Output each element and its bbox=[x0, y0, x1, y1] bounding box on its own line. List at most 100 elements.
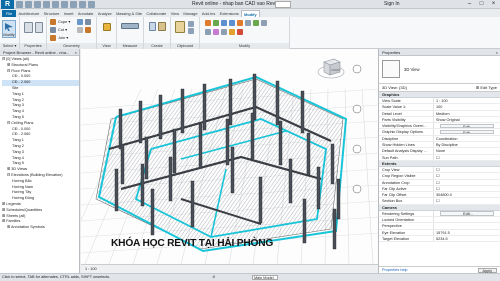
property-edit-button[interactable]: Edit... bbox=[440, 123, 494, 128]
text-icon[interactable] bbox=[70, 1, 77, 8]
property-value[interactable]: Medium bbox=[434, 111, 500, 116]
cope-icon[interactable] bbox=[50, 19, 56, 25]
copy-icon[interactable] bbox=[188, 21, 194, 27]
property-value[interactable]: 5234.5 bbox=[434, 236, 500, 241]
property-value[interactable] bbox=[434, 217, 500, 222]
undo-icon[interactable] bbox=[34, 1, 41, 8]
property-value[interactable]: ☐ bbox=[434, 186, 500, 191]
quick-access-toolbar bbox=[16, 1, 95, 8]
property-value[interactable]: None bbox=[434, 148, 500, 153]
property-value[interactable]: Coordination bbox=[434, 136, 500, 141]
copy-element-icon[interactable] bbox=[245, 20, 251, 26]
3d-view-icon[interactable] bbox=[79, 1, 86, 8]
column bbox=[300, 90, 305, 134]
tree-item[interactable]: ⊞ Annotation Symbols bbox=[2, 225, 79, 231]
close-icon[interactable]: × bbox=[496, 49, 498, 56]
search-input[interactable] bbox=[275, 1, 291, 8]
tab-structure[interactable]: Structure bbox=[41, 10, 61, 17]
maximize-button[interactable]: □ bbox=[477, 0, 486, 9]
property-value[interactable]: ☐ bbox=[434, 167, 500, 172]
property-name: Annotation Crop bbox=[379, 179, 434, 185]
close-button[interactable]: × bbox=[489, 0, 498, 9]
property-value[interactable] bbox=[434, 223, 500, 228]
tab-collaborate[interactable]: Collaborate bbox=[144, 10, 168, 17]
align-icon[interactable] bbox=[205, 20, 211, 26]
column bbox=[258, 176, 263, 224]
mirror-draw-icon[interactable] bbox=[229, 20, 235, 26]
minimize-button[interactable]: – bbox=[465, 0, 474, 9]
rotate-icon[interactable] bbox=[253, 20, 259, 26]
view-icon[interactable] bbox=[103, 23, 111, 31]
join-button[interactable]: Join ▾ bbox=[58, 35, 68, 40]
print-icon[interactable] bbox=[52, 1, 59, 8]
tab-modify[interactable]: Modify bbox=[240, 10, 260, 17]
sign-in-link[interactable]: Sign In bbox=[384, 1, 400, 7]
viewcube-icon[interactable]: FRONT bbox=[316, 52, 346, 82]
property-edit-button[interactable]: Edit... bbox=[440, 211, 494, 216]
tab-massing-site[interactable]: Massing & Site bbox=[114, 10, 144, 17]
properties-help-link[interactable]: Properties help bbox=[382, 268, 408, 272]
view-scale-control[interactable]: 1 : 100 bbox=[85, 267, 97, 271]
edit-type-button[interactable]: ⊞ Edit Type bbox=[476, 84, 497, 92]
join-icon[interactable] bbox=[50, 35, 56, 41]
create-group-icon[interactable] bbox=[158, 22, 166, 31]
create-assembly-icon[interactable] bbox=[149, 22, 156, 31]
cope-button[interactable]: Cope ▾ bbox=[58, 19, 70, 24]
delete-icon[interactable] bbox=[237, 29, 243, 35]
tab-add-ins[interactable]: Add-Ins bbox=[200, 10, 218, 17]
close-icon[interactable]: × bbox=[75, 49, 77, 56]
trim-icon[interactable] bbox=[261, 20, 267, 26]
column bbox=[250, 112, 255, 160]
tab-insert[interactable]: Insert bbox=[62, 10, 76, 17]
open-icon[interactable] bbox=[16, 1, 23, 8]
split-face-icon[interactable] bbox=[77, 27, 83, 33]
cut-icon[interactable] bbox=[50, 27, 56, 33]
split-icon[interactable] bbox=[205, 29, 211, 35]
type-properties-icon[interactable] bbox=[35, 22, 43, 33]
offset-icon[interactable] bbox=[213, 20, 219, 26]
property-value[interactable]: ☐ bbox=[434, 155, 500, 160]
property-value[interactable]: 15791.5 bbox=[434, 230, 500, 235]
move-icon[interactable] bbox=[237, 20, 243, 26]
cut-button[interactable]: Cut ▾ bbox=[58, 27, 67, 32]
tab-view[interactable]: View bbox=[168, 10, 181, 17]
pin-icon[interactable] bbox=[229, 29, 235, 35]
property-value[interactable]: 100 bbox=[434, 104, 500, 109]
property-name: Graphic Display Options bbox=[379, 129, 434, 135]
tab-architecture[interactable]: Architecture bbox=[16, 10, 41, 17]
save-icon[interactable] bbox=[25, 1, 32, 8]
column bbox=[275, 80, 280, 126]
active-model-selector[interactable]: Main Model bbox=[252, 275, 278, 280]
properties-icon[interactable] bbox=[24, 22, 33, 33]
array-icon[interactable] bbox=[213, 29, 219, 35]
app-menu-button[interactable]: R bbox=[1, 0, 14, 9]
property-value[interactable]: 1 : 100 bbox=[434, 98, 500, 103]
measure-icon[interactable] bbox=[121, 23, 139, 29]
cut-clipboard-icon[interactable] bbox=[188, 28, 194, 34]
property-value[interactable]: Show Original bbox=[434, 117, 500, 122]
column bbox=[158, 94, 163, 140]
tab-extensions[interactable]: Extensions bbox=[217, 10, 240, 17]
measure-icon[interactable] bbox=[61, 1, 68, 8]
property-value[interactable]: ☐ bbox=[434, 180, 500, 185]
property-edit-button[interactable]: Edit... bbox=[440, 129, 494, 135]
paint-icon[interactable] bbox=[85, 27, 91, 33]
tab-file[interactable]: File bbox=[2, 10, 17, 17]
property-value[interactable]: 304800.0 bbox=[434, 192, 500, 197]
property-value[interactable]: ☐ bbox=[434, 198, 500, 203]
section-icon[interactable] bbox=[88, 1, 95, 8]
wall-joins-icon[interactable] bbox=[77, 19, 83, 25]
tab-annotate[interactable]: Annotate bbox=[76, 10, 96, 17]
scale-icon[interactable] bbox=[221, 29, 227, 35]
view-instance-selector[interactable]: 3D View: {3D} ⊞ Edit Type bbox=[379, 84, 500, 92]
property-value[interactable]: ☐ bbox=[434, 173, 500, 178]
redo-icon[interactable] bbox=[43, 1, 50, 8]
type-selector[interactable]: 3D View bbox=[379, 56, 500, 84]
tab-analyze[interactable]: Analyze bbox=[96, 10, 114, 17]
property-value[interactable]: By Discipline bbox=[434, 142, 500, 147]
paste-icon[interactable] bbox=[175, 21, 185, 33]
modify-tool-button[interactable]: Modify bbox=[2, 20, 16, 38]
mirror-icon[interactable] bbox=[221, 20, 227, 26]
tab-manage[interactable]: Manage bbox=[181, 10, 199, 17]
demolish-icon[interactable] bbox=[85, 19, 91, 25]
